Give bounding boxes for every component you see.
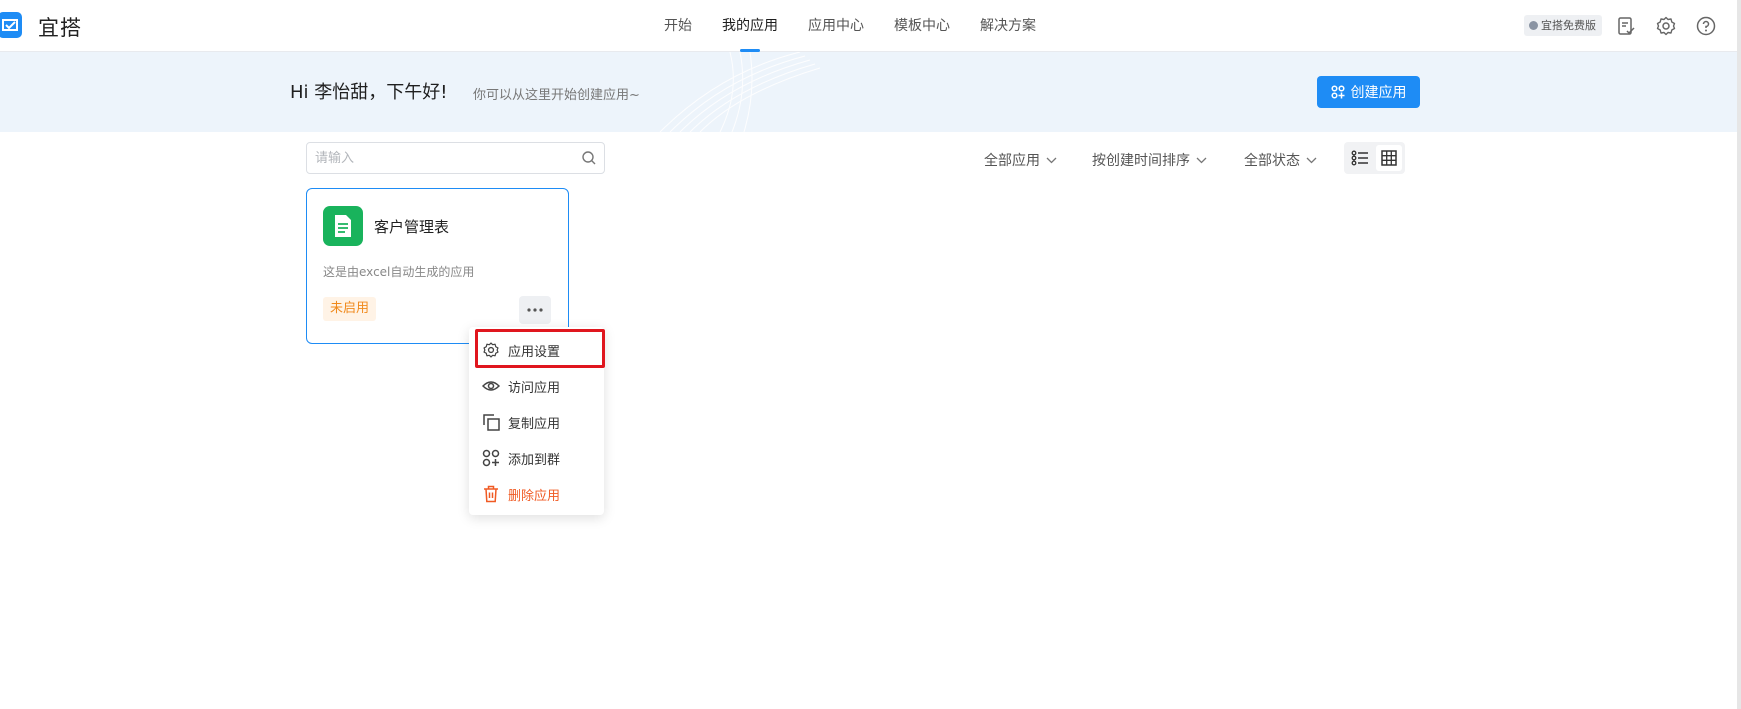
trash-icon — [481, 484, 501, 504]
nav-my-apps[interactable]: 我的应用 — [722, 0, 778, 52]
welcome-banner: Hi 李怡甜，下午好! 你可以从这里开始创建应用~ 创建应用 — [0, 52, 1737, 132]
app-card[interactable]: 客户管理表 这是由excel自动生成的应用 未启用 — [306, 188, 569, 344]
menu-item-label: 访问应用 — [508, 380, 561, 396]
ellipsis-icon — [527, 308, 543, 312]
gear-icon — [481, 340, 501, 360]
top-header: 宜搭 开始 我的应用 应用中心 模板中心 解决方案 宜搭免费版 — [0, 0, 1737, 52]
create-app-button[interactable]: 创建应用 — [1317, 76, 1420, 108]
spreadsheet-doc-icon — [323, 206, 363, 246]
menu-item-copy-app[interactable]: 复制应用 — [469, 404, 604, 440]
search-box — [306, 142, 605, 174]
status-filter-label: 全部状态 — [1244, 153, 1300, 169]
app-name[interactable]: 客户管理表 — [374, 216, 449, 237]
greeting-text: Hi 李怡甜，下午好! — [290, 82, 448, 103]
app-filter-label: 全部应用 — [984, 153, 1040, 169]
plan-badge-label: 宜搭免费版 — [1541, 19, 1596, 32]
menu-item-label: 添加到群 — [508, 452, 561, 468]
chevron-down-icon — [1046, 157, 1057, 163]
sort-label: 按创建时间排序 — [1092, 153, 1190, 169]
nav-template-center[interactable]: 模板中心 — [894, 0, 950, 52]
menu-item-app-settings[interactable]: 应用设置 — [469, 332, 604, 368]
yida-logo-icon[interactable] — [0, 12, 22, 38]
plan-badge-icon — [1529, 21, 1538, 30]
view-toggle — [1344, 142, 1405, 174]
create-app-label: 创建应用 — [1350, 85, 1407, 101]
sort-dropdown[interactable]: 按创建时间排序 — [1092, 150, 1207, 170]
menu-item-visit-app[interactable]: 访问应用 — [469, 368, 604, 404]
page: 宜搭 开始 我的应用 应用中心 模板中心 解决方案 宜搭免费版 Hi 李怡甜，下… — [0, 0, 1741, 709]
help-icon[interactable] — [1695, 15, 1717, 37]
menu-item-label: 复制应用 — [508, 416, 561, 432]
eye-icon — [481, 376, 501, 396]
gear-icon[interactable] — [1655, 15, 1677, 37]
menu-item-label: 应用设置 — [508, 344, 561, 360]
list-view-icon — [1351, 150, 1368, 166]
nav-app-center[interactable]: 应用中心 — [808, 0, 864, 52]
menu-item-delete-app[interactable]: 删除应用 — [469, 476, 604, 512]
chevron-down-icon — [1196, 157, 1207, 163]
banner-decoration-icon — [659, 52, 820, 132]
search-input[interactable] — [315, 143, 565, 173]
app-description: 这是由excel自动生成的应用 — [323, 265, 475, 279]
task-icon[interactable] — [1615, 15, 1637, 37]
greeting-subtitle: 你可以从这里开始创建应用~ — [473, 88, 640, 103]
apps-add-icon — [1330, 85, 1345, 99]
main-nav: 开始 我的应用 应用中心 模板中心 解决方案 — [664, 0, 1066, 52]
app-actions-menu: 应用设置 访问应用 复制应用 添加到群 删除应用 — [469, 327, 604, 515]
app-filter-dropdown[interactable]: 全部应用 — [984, 150, 1057, 170]
menu-item-label: 删除应用 — [508, 488, 561, 504]
more-options-button[interactable] — [519, 296, 551, 324]
list-view-button[interactable] — [1347, 145, 1373, 171]
scrollbar[interactable] — [1737, 0, 1741, 709]
grid-view-button[interactable] — [1376, 145, 1402, 171]
copy-icon — [481, 412, 501, 432]
status-badge: 未启用 — [323, 297, 377, 321]
grid-view-icon — [1381, 150, 1397, 166]
search-icon[interactable] — [581, 150, 597, 166]
plan-badge[interactable]: 宜搭免费版 — [1524, 15, 1602, 36]
group-add-icon — [481, 448, 501, 468]
chevron-down-icon — [1306, 157, 1317, 163]
menu-item-add-to-group[interactable]: 添加到群 — [469, 440, 604, 476]
brand-name[interactable]: 宜搭 — [38, 12, 82, 42]
nav-solutions[interactable]: 解决方案 — [980, 0, 1036, 52]
status-filter-dropdown[interactable]: 全部状态 — [1244, 150, 1317, 170]
nav-start[interactable]: 开始 — [664, 0, 692, 52]
